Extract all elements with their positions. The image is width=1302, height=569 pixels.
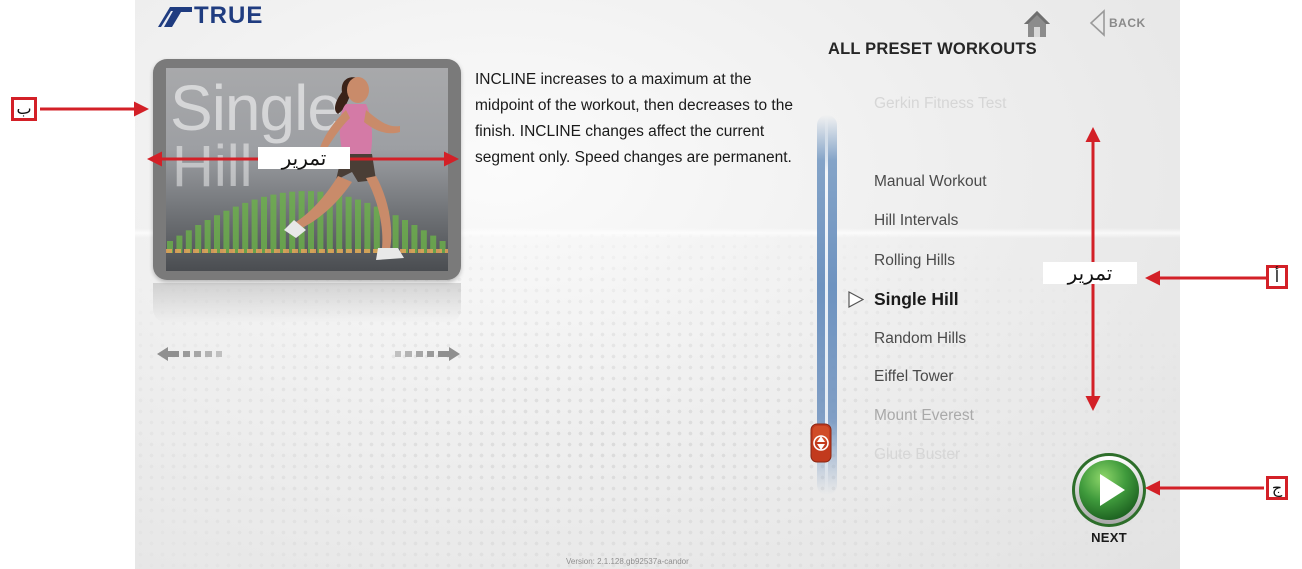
next-label: NEXT xyxy=(1091,530,1127,545)
scroll-handle-icon[interactable] xyxy=(810,423,832,463)
workout-item-label: Glute Buster xyxy=(874,446,961,463)
true-logo: TRUE xyxy=(158,4,263,28)
annotation-scroll-label-vertical: تمرير xyxy=(1043,262,1137,284)
preview-card-reflection xyxy=(153,283,461,323)
selected-pointer-icon xyxy=(848,291,864,308)
home-icon[interactable] xyxy=(1023,10,1051,38)
annotation-marker-c: ج xyxy=(1266,476,1288,500)
background-dot-pattern xyxy=(135,230,1180,569)
next-arrow-icon[interactable] xyxy=(394,346,460,362)
workout-item-selected[interactable]: Single Hill xyxy=(845,287,959,311)
workout-description: INCLINE increases to a maximum at the mi… xyxy=(475,71,793,166)
next-button[interactable]: NEXT xyxy=(1071,452,1147,548)
incline-bar xyxy=(251,199,258,253)
previous-arrow-icon[interactable] xyxy=(157,346,223,362)
workout-item[interactable]: Manual Workout xyxy=(845,170,987,194)
page-title: ALL PRESET WORKOUTS xyxy=(828,40,1037,58)
workout-item-label: Gerkin Fitness Test xyxy=(874,95,1007,112)
workout-item[interactable]: Glute Buster xyxy=(845,443,960,467)
true-logo-text: TRUE xyxy=(194,2,264,29)
incline-bar xyxy=(242,202,249,253)
workout-item-label: Random Hills xyxy=(874,330,967,347)
workout-item[interactable]: Hill Intervals xyxy=(845,209,958,233)
workout-item-label: Manual Workout xyxy=(874,173,987,190)
workout-item-label: Single Hill xyxy=(874,288,959,309)
workout-item-label: Eiffel Tower xyxy=(874,368,954,385)
version-text: Version: 2.1.128.gb92537a-candor xyxy=(566,557,689,566)
play-icon xyxy=(1072,453,1146,527)
workout-item-label: Hill Intervals xyxy=(874,212,959,229)
workout-item[interactable]: Random Hills xyxy=(845,327,966,351)
workout-item[interactable]: Rolling Hills xyxy=(845,249,955,273)
workout-item[interactable]: Gerkin Fitness Test xyxy=(845,92,1006,116)
incline-bar xyxy=(232,206,239,253)
workout-item-label: Rolling Hills xyxy=(874,252,955,269)
annotation-marker-b: ب xyxy=(11,97,37,121)
back-arrow-icon xyxy=(1089,9,1105,37)
workout-item-label: Mount Everest xyxy=(874,407,974,424)
workout-item[interactable]: Mount Everest xyxy=(845,404,974,428)
true-logo-mark-icon xyxy=(158,7,192,27)
workout-item[interactable]: Eiffel Tower xyxy=(845,365,954,389)
annotation-scroll-label-horizontal: تمرير xyxy=(258,147,350,169)
annotation-marker-a: أ xyxy=(1266,265,1288,289)
runner-figure xyxy=(284,77,404,260)
back-button[interactable]: BACK xyxy=(1089,8,1146,38)
incline-bar xyxy=(214,215,220,253)
incline-bar xyxy=(223,210,230,253)
back-label: BACK xyxy=(1109,16,1146,30)
